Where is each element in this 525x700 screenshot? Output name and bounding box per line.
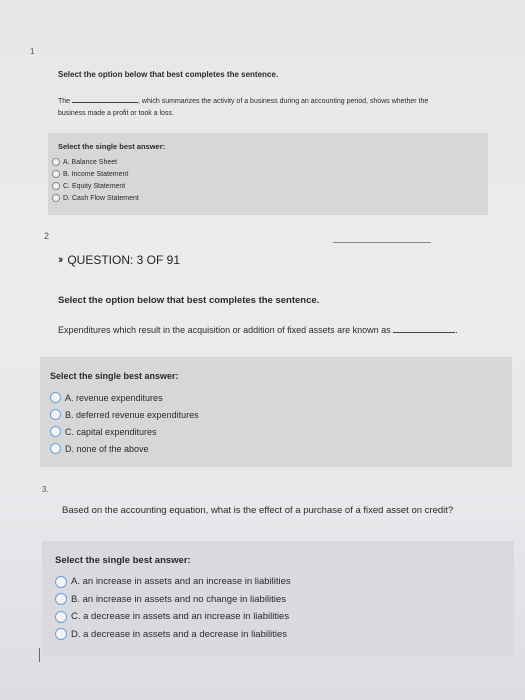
option-c[interactable]: C. capital expenditures xyxy=(50,423,199,440)
question-1-prompt: Select the option below that best comple… xyxy=(58,70,279,79)
option-d[interactable]: D. Cash Flow Statement xyxy=(52,192,139,204)
answer-blank xyxy=(393,332,456,333)
sentence-mid: , which summarizes the activity of a bus… xyxy=(138,98,429,105)
option-label: B. Income Statement xyxy=(63,170,129,178)
question-3-options: A. an increase in assets and an increase… xyxy=(55,573,291,643)
radio-icon[interactable] xyxy=(52,170,60,178)
radio-icon[interactable] xyxy=(50,392,61,403)
question-3-answer-panel: Select the single best answer: A. an inc… xyxy=(42,541,514,657)
option-label: A. revenue expenditures xyxy=(65,392,163,403)
text-cursor xyxy=(39,648,40,662)
radio-icon[interactable] xyxy=(50,426,61,437)
option-a[interactable]: A. Balance Sheet xyxy=(52,156,139,168)
radio-icon[interactable] xyxy=(50,409,61,420)
question-1-answer-panel: Select the single best answer: A. Balanc… xyxy=(48,133,488,215)
question-2-header: ›› QUESTION: 3 OF 91 xyxy=(58,253,180,267)
option-b[interactable]: B. deferred revenue expenditures xyxy=(50,406,199,423)
question-2-number: 2 xyxy=(44,231,50,241)
radio-icon[interactable] xyxy=(55,593,67,606)
radio-icon[interactable] xyxy=(52,194,60,202)
radio-icon[interactable] xyxy=(55,610,67,623)
question-counter: QUESTION: 3 OF 91 xyxy=(67,253,181,267)
radio-icon[interactable] xyxy=(55,628,67,641)
question-2-prompt: Select the option below that best comple… xyxy=(58,295,320,306)
radio-icon[interactable] xyxy=(52,158,60,166)
option-label: B. an increase in assets and no change i… xyxy=(71,593,286,605)
question-2-answer-panel: Select the single best answer: A. revenu… xyxy=(40,357,512,467)
question-1-options: A. Balance Sheet B. Income Statement C. … xyxy=(52,156,139,204)
question-2-sentence: Expenditures which result in the acquisi… xyxy=(58,325,458,335)
radio-icon[interactable] xyxy=(50,443,61,454)
sentence-text: Expenditures which result in the acquisi… xyxy=(58,325,391,335)
option-c[interactable]: C. Equity Statement xyxy=(52,180,139,192)
option-label: C. a decrease in assets and an increase … xyxy=(71,611,290,623)
question-2-answer-title: Select the single best answer: xyxy=(50,371,179,381)
question-3-answer-title: Select the single best answer: xyxy=(55,555,191,566)
question-1-number: 1 xyxy=(30,47,35,56)
underline-divider xyxy=(333,242,431,243)
option-a[interactable]: A. an increase in assets and an increase… xyxy=(55,573,291,591)
question-2-options: A. revenue expenditures B. deferred reve… xyxy=(50,389,199,457)
option-label: C. Equity Statement xyxy=(63,182,126,190)
option-label: D. a decrease in assets and a decrease i… xyxy=(71,628,287,640)
option-d[interactable]: D. a decrease in assets and a decrease i… xyxy=(55,626,291,644)
radio-icon[interactable] xyxy=(52,182,60,190)
question-1-sentence: The , which summarizes the activity of a… xyxy=(58,96,488,120)
option-label: B. deferred revenue expenditures xyxy=(65,409,199,420)
option-b[interactable]: B. Income Statement xyxy=(52,168,139,180)
answer-blank xyxy=(72,102,139,103)
option-c[interactable]: C. a decrease in assets and an increase … xyxy=(55,608,291,626)
option-d[interactable]: D. none of the above xyxy=(50,440,199,457)
option-label: A. Balance Sheet xyxy=(63,158,118,166)
sentence-end: business made a profit or took a loss. xyxy=(58,110,174,117)
radio-icon[interactable] xyxy=(55,575,67,588)
question-3-number: 3. xyxy=(42,485,49,494)
option-b[interactable]: B. an increase in assets and no change i… xyxy=(55,591,291,609)
sentence-start: The xyxy=(58,98,71,105)
question-3-prompt: Based on the accounting equation, what i… xyxy=(62,505,454,516)
option-label: D. Cash Flow Statement xyxy=(63,194,139,202)
question-1-answer-title: Select the single best answer: xyxy=(58,142,166,151)
option-label: A. an increase in assets and an increase… xyxy=(71,576,291,588)
double-chevron-right-icon: ›› xyxy=(58,254,64,266)
option-label: C. capital expenditures xyxy=(65,426,157,437)
option-label: D. none of the above xyxy=(65,443,149,454)
option-a[interactable]: A. revenue expenditures xyxy=(50,389,199,406)
